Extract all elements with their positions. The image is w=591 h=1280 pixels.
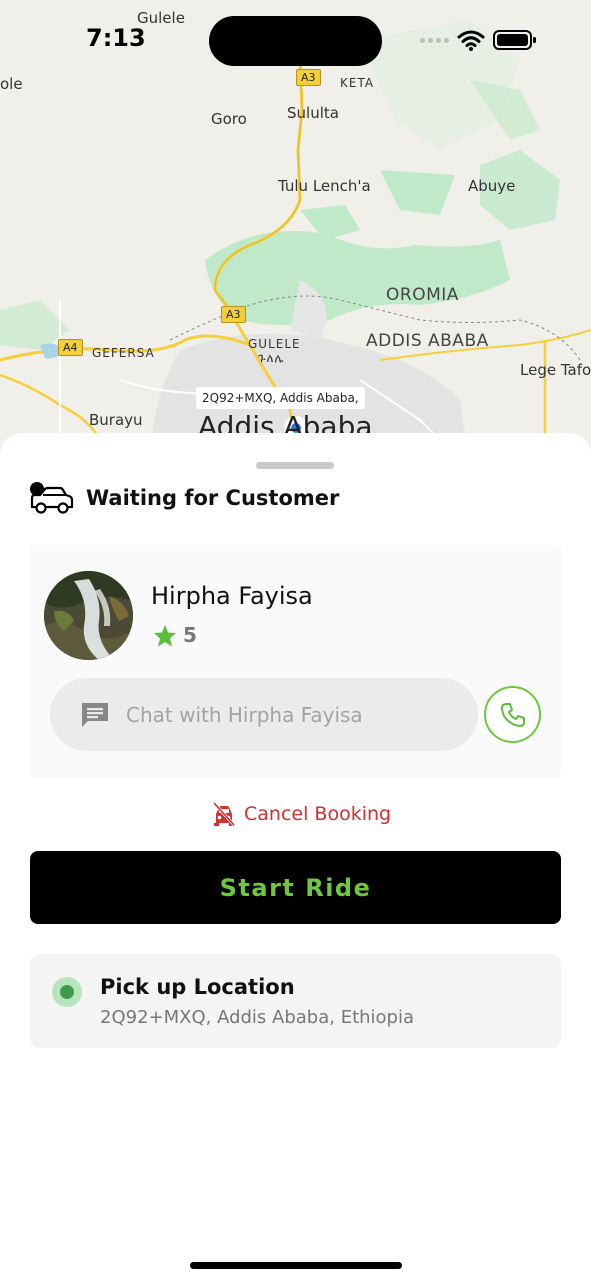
pickup-location-card[interactable]: Pick up Location 2Q92+MXQ, Addis Ababa, … — [30, 954, 561, 1048]
avatar[interactable] — [44, 571, 133, 660]
map-label: Sululta — [287, 104, 339, 122]
call-button[interactable] — [484, 686, 541, 743]
driver-name: Hirpha Fayisa — [151, 582, 313, 610]
sheet-grabber[interactable] — [256, 462, 334, 469]
road-shield: A4 — [58, 339, 83, 356]
map-label: GULELE — [248, 337, 301, 351]
road-shield: A3 — [221, 306, 246, 323]
map-label: ole — [0, 75, 23, 93]
map-label: Burayu — [89, 411, 143, 429]
battery-icon — [493, 30, 536, 50]
wifi-icon — [457, 30, 485, 51]
car-waiting-icon — [30, 482, 74, 514]
chat-icon — [82, 702, 108, 727]
pickup-dot-icon — [52, 977, 82, 1007]
home-indicator[interactable] — [190, 1262, 402, 1269]
pickup-title: Pick up Location — [100, 975, 295, 999]
map-label: Lege Tafo — [520, 361, 591, 379]
chat-input[interactable]: Chat with Hirpha Fayisa — [50, 678, 478, 751]
start-ride-label: Start Ride — [219, 873, 372, 902]
cancel-booking-button[interactable]: Cancel Booking — [212, 801, 391, 827]
car-cancel-icon — [212, 801, 236, 827]
rating-value: 5 — [183, 623, 197, 647]
dynamic-island — [209, 16, 382, 66]
map-label: Tulu Lench'a — [278, 177, 371, 195]
map-label: ጉለሌ — [258, 351, 285, 365]
map-label: GEFERSA — [92, 346, 155, 360]
ride-status: Waiting for Customer — [28, 480, 339, 516]
map-label-region: ADDIS ABABA — [366, 331, 489, 351]
status-icons — [420, 28, 537, 52]
road-shield: A3 — [296, 69, 321, 86]
start-ride-button[interactable]: Start Ride — [30, 851, 561, 924]
pickup-address: 2Q92+MXQ, Addis Ababa, Ethiopia — [100, 1007, 415, 1028]
driver-rating: 5 — [153, 623, 197, 647]
map-label: Abuye — [468, 177, 516, 195]
avatar-image — [44, 571, 133, 660]
map-label: Goro — [211, 110, 247, 128]
map-label-region: OROMIA — [386, 285, 459, 305]
signal-icon — [420, 37, 449, 43]
cancel-booking-label: Cancel Booking — [244, 803, 392, 825]
chat-placeholder: Chat with Hirpha Fayisa — [126, 702, 363, 727]
phone-icon — [500, 702, 525, 727]
status-time: 7:13 — [86, 24, 146, 52]
star-icon — [154, 624, 176, 646]
map-label: KETA — [340, 76, 375, 90]
status-title: Waiting for Customer — [86, 486, 340, 510]
map-view[interactable]: Gulele ole Goro Sululta KETA Tulu Lench'… — [0, 0, 591, 470]
map-pin-label: 2Q92+MXQ, Addis Ababa, — [196, 387, 365, 409]
